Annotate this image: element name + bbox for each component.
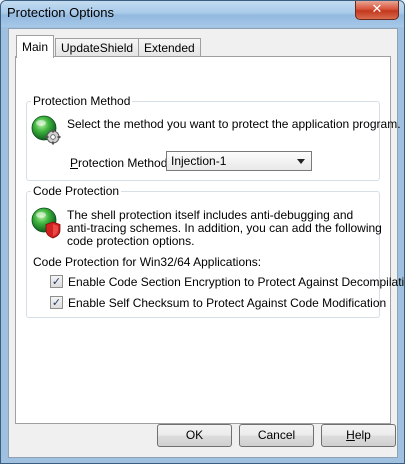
code-protection-group-title: Code Protection bbox=[31, 184, 122, 198]
tab-main-label: Main bbox=[22, 40, 49, 54]
protection-method-group: Protection Method Select the method you … bbox=[26, 94, 401, 181]
cancel-button-label: Cancel bbox=[257, 428, 296, 442]
code-encryption-checkbox[interactable]: ✓ bbox=[50, 275, 63, 288]
dialog-window: Protection Options ✕ Main UpdateShield E… bbox=[0, 0, 405, 464]
protection-method-group-title: Protection Method bbox=[31, 94, 133, 108]
protection-method-label: Protection Method: bbox=[70, 156, 171, 170]
tab-extended[interactable]: Extended bbox=[138, 38, 201, 57]
ok-button[interactable]: OK bbox=[157, 424, 232, 447]
protection-method-select[interactable]: Injection-1 bbox=[166, 151, 312, 171]
globe-gear-icon bbox=[31, 115, 61, 145]
protection-method-label-text: rotection Method: bbox=[78, 156, 171, 170]
code-protection-description-line3: code protection options. bbox=[67, 234, 195, 248]
help-button[interactable]: Help bbox=[321, 424, 396, 447]
window-title: Protection Options bbox=[7, 5, 114, 20]
cancel-button[interactable]: Cancel bbox=[239, 424, 314, 447]
code-protection-description-line2: anti-tracing schemes. In addition, you c… bbox=[67, 221, 382, 235]
protection-method-description: Select the method you want to protect th… bbox=[67, 117, 401, 131]
title-bar[interactable]: Protection Options ✕ bbox=[1, 1, 404, 27]
close-button[interactable]: ✕ bbox=[355, 1, 399, 20]
ok-button-label: OK bbox=[185, 428, 204, 442]
tab-updateshield[interactable]: UpdateShield bbox=[55, 38, 140, 57]
help-button-mnemonic: H bbox=[346, 428, 355, 442]
self-checksum-label: Enable Self Checksum to Protect Against … bbox=[68, 296, 387, 310]
tab-panel-main: Protection Method Select the method you … bbox=[15, 56, 404, 424]
close-icon: ✕ bbox=[371, 2, 383, 17]
tab-main[interactable]: Main bbox=[16, 35, 55, 58]
code-protection-description-line1: The shell protection itself includes ant… bbox=[67, 208, 354, 222]
code-encryption-label: Enable Code Section Encryption to Protec… bbox=[68, 275, 405, 289]
protection-method-label-mnemonic: P bbox=[70, 156, 79, 170]
tab-extended-label: Extended bbox=[144, 41, 195, 55]
tab-updateshield-label: UpdateShield bbox=[61, 41, 134, 55]
code-protection-group: Code Protection The shell protection its… bbox=[26, 184, 404, 318]
code-protection-subheading: Code Protection for Win32/64 Application… bbox=[33, 255, 262, 269]
globe-shield-icon bbox=[31, 207, 61, 239]
protection-method-selected-value: Injection-1 bbox=[171, 154, 227, 168]
chevron-down-icon bbox=[297, 159, 305, 164]
self-checksum-checkbox[interactable]: ✓ bbox=[50, 296, 63, 309]
help-button-label: elp bbox=[354, 428, 371, 442]
dialog-body: Main UpdateShield Extended Protection Me… bbox=[8, 28, 404, 458]
